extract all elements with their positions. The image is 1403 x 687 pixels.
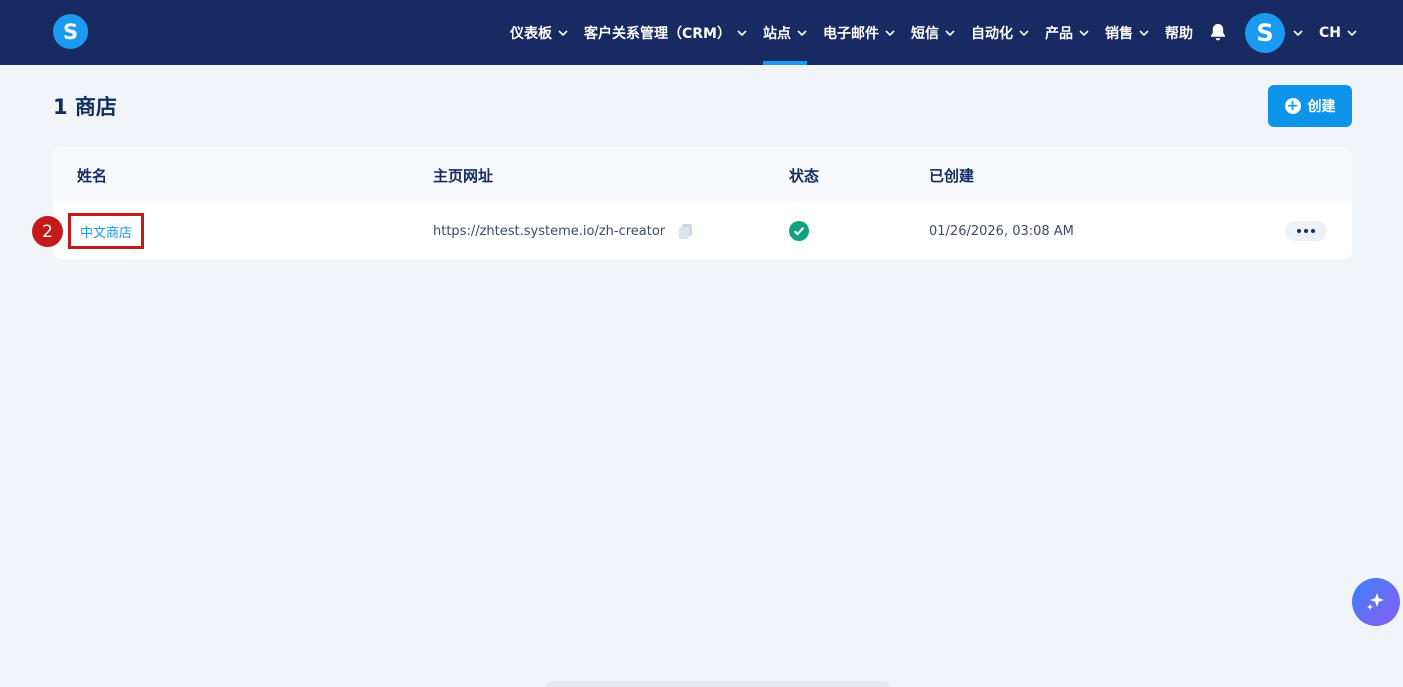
more-dot-icon: [1297, 229, 1301, 233]
stores-table: 姓名 主页网址 状态 已创建 中文商店 https://zhtest.syste…: [53, 147, 1352, 259]
nav-item-label: 电子邮件: [823, 25, 879, 42]
systeme-logo[interactable]: S: [53, 14, 88, 49]
nav-item-7[interactable]: 销售: [1105, 0, 1149, 65]
main-nav: 仪表板 客户关系管理（CRM） 站点 电子邮件 短信 自动化 产品 销售 帮助 S CH: [510, 0, 1357, 65]
nav-item-label: 销售: [1105, 25, 1133, 42]
nav-item-0[interactable]: 仪表板: [510, 0, 568, 65]
nav-item-label: 短信: [911, 25, 939, 42]
chevron-down-icon: [1079, 29, 1089, 36]
chevron-down-icon: [1019, 29, 1029, 36]
column-header-status: 状态: [789, 167, 820, 185]
copy-icon[interactable]: [679, 223, 693, 239]
nav-item-8[interactable]: 帮助: [1165, 0, 1193, 65]
nav-item-label: 帮助: [1165, 25, 1193, 42]
highlight-box: 中文商店: [68, 213, 144, 249]
nav-item-label: 仪表板: [510, 25, 552, 42]
created-date: 01/26/2026, 03:08 AM: [929, 223, 1074, 239]
nav-item-label: 客户关系管理（CRM）: [584, 25, 731, 42]
column-header-created: 已创建: [929, 167, 975, 185]
nav-item-label: 产品: [1045, 25, 1073, 42]
sparkle-icon: [1367, 593, 1384, 610]
row-actions-button[interactable]: [1285, 221, 1327, 241]
page-title: 1 商店: [53, 95, 117, 119]
language-selector[interactable]: CH: [1319, 25, 1357, 41]
step-number-badge: 2: [32, 216, 63, 247]
account-chevron-down-icon[interactable]: [1293, 29, 1303, 36]
table-row: 中文商店 https://zhtest.systeme.io/zh-creato…: [53, 203, 1352, 259]
column-header-name: 姓名: [77, 167, 108, 185]
chevron-down-icon: [797, 29, 807, 36]
user-avatar[interactable]: S: [1245, 12, 1285, 53]
table-header: 姓名 主页网址 状态 已创建: [53, 147, 1352, 203]
check-circle-icon: [789, 221, 809, 241]
chevron-down-icon: [1139, 29, 1149, 36]
chevron-down-icon: [885, 29, 895, 36]
chevron-down-icon: [558, 29, 568, 36]
nav-item-1[interactable]: 客户关系管理（CRM）: [584, 0, 747, 65]
chevron-down-icon: [1347, 29, 1357, 36]
store-name-link[interactable]: 中文商店: [80, 222, 132, 241]
nav-items: 仪表板 客户关系管理（CRM） 站点 电子邮件 短信 自动化 产品 销售 帮助: [510, 0, 1193, 65]
store-url: https://zhtest.systeme.io/zh-creator: [433, 223, 666, 239]
ai-assistant-button[interactable]: [1352, 578, 1400, 626]
top-navigation-bar: S 仪表板 客户关系管理（CRM） 站点 电子邮件 短信 自动化 产品 销售 帮助 S CH: [0, 0, 1403, 65]
create-button[interactable]: + 创建: [1268, 85, 1352, 127]
nav-item-2[interactable]: 站点: [763, 0, 807, 65]
column-header-homepage-url: 主页网址: [433, 167, 494, 185]
create-button-label: 创建: [1307, 99, 1336, 115]
nav-item-5[interactable]: 自动化: [971, 0, 1029, 65]
nav-item-3[interactable]: 电子邮件: [823, 0, 895, 65]
more-dot-icon: [1304, 229, 1308, 233]
language-label: CH: [1319, 24, 1341, 41]
more-dot-icon: [1311, 229, 1315, 233]
nav-item-6[interactable]: 产品: [1045, 0, 1089, 65]
nav-item-label: 站点: [763, 25, 791, 42]
bottom-panel-edge: [545, 681, 890, 687]
nav-item-4[interactable]: 短信: [911, 0, 955, 65]
plus-circle-icon: +: [1284, 98, 1301, 114]
store-url-cell: https://zhtest.systeme.io/zh-creator: [433, 203, 693, 259]
chevron-down-icon: [945, 29, 955, 36]
nav-item-label: 自动化: [971, 25, 1013, 42]
status-cell: [789, 203, 809, 259]
notifications-bell-icon[interactable]: [1209, 23, 1227, 42]
chevron-down-icon: [737, 29, 747, 36]
